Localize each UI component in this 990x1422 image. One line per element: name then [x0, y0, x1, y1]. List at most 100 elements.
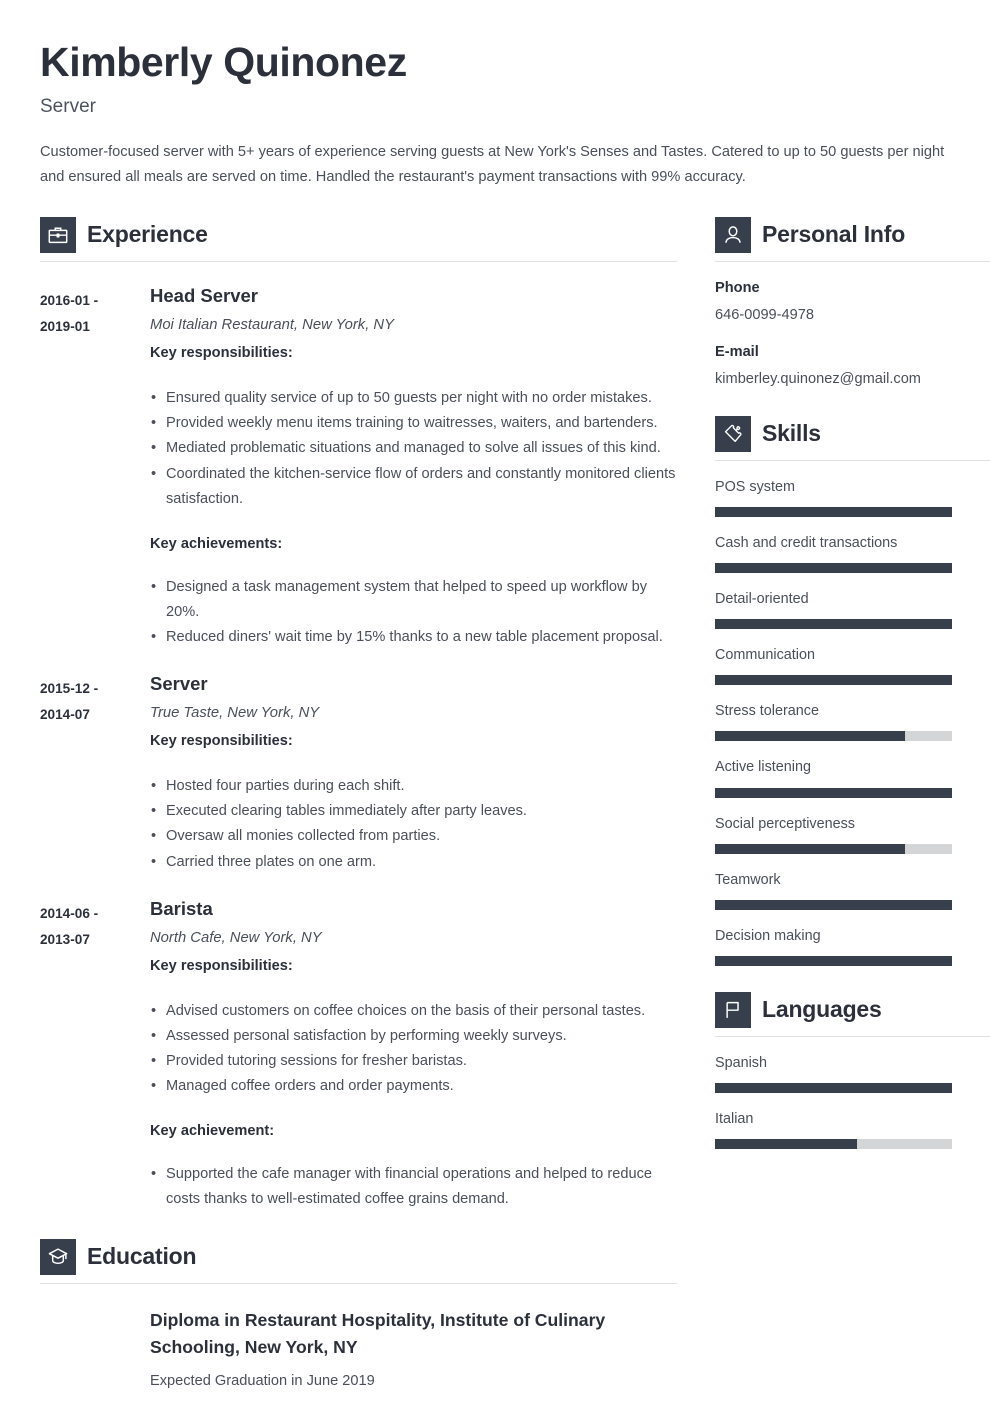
profile-summary: Customer-focused server with 5+ years of…	[40, 143, 945, 185]
list-item: Coordinated the kitchen-service flow of …	[150, 462, 677, 512]
date-from: 2015-12 -	[40, 680, 99, 696]
skill-item-label: Cash and credit transactions	[715, 534, 898, 551]
skills-section-header: Skills	[715, 415, 990, 452]
list-item: Reduced diners' wait time by 15% thanks …	[150, 625, 677, 650]
section-divider	[40, 260, 677, 262]
responsibilities-label: Key responsibilities:	[150, 345, 293, 362]
job-role-subtitle: Server	[40, 95, 96, 117]
education-section: Education Diploma in Restaurant Hospital…	[40, 1238, 677, 1392]
responsibilities-label: Key responsibilities:	[150, 958, 293, 975]
skill-level-bar	[715, 562, 952, 573]
list-item: Provided tutoring sessions for fresher b…	[150, 1049, 677, 1074]
skill-item: Cash and credit transactions	[715, 533, 990, 573]
skill-level-bar-fill	[715, 787, 952, 798]
experience-entry-body: Server True Taste, New York, NY Key respon…	[150, 672, 677, 875]
achievements-label: Key achievement:	[150, 1123, 275, 1140]
skill-level-bar	[715, 619, 952, 630]
experience-entry-body: Barista North Cafe, New York, NY Key respo…	[150, 897, 677, 1213]
date-from: 2016-01 -	[40, 292, 99, 308]
skill-item-label: Teamwork	[715, 871, 781, 888]
skill-item: Decision making	[715, 926, 990, 966]
achievements-list: Designed a task management system that h…	[150, 575, 677, 650]
personal-info-value: 646-0099-4978	[715, 307, 814, 324]
resume-page: Kimberly Quinonez Server Customer-focuse…	[0, 0, 990, 1422]
skills-section: Skills POS system Cash and credit transac…	[715, 415, 990, 966]
education-degree: Diploma in Restaurant Hospitality, Insti…	[150, 1309, 606, 1357]
language-level-bar	[715, 1083, 952, 1094]
date-to: 2013-07	[40, 932, 90, 948]
responsibilities-list: Advised customers on coffee choices on t…	[150, 999, 677, 1099]
experience-entry-body: Head Server Moi Italian Restaurant, New Y…	[150, 284, 677, 650]
language-level-bar	[715, 1139, 952, 1150]
list-item: Executed clearing tables immediately aft…	[150, 799, 677, 824]
skill-level-bar	[715, 506, 952, 517]
skill-item: Communication	[715, 645, 990, 686]
skill-item-label: Detail-oriented	[715, 590, 809, 607]
main-column: Experience 2016-01 - 2019-01 Head Server Mo…	[40, 216, 677, 1392]
flag-icon	[715, 991, 751, 1028]
experience-entry-company: Moi Italian Restaurant, New York, NY	[150, 317, 394, 334]
resume-header: Kimberly Quinonez Server Customer-focuse…	[40, 39, 950, 190]
graduation-cap-icon	[40, 1238, 76, 1275]
skill-level-bar-fill	[715, 562, 952, 573]
list-item: Advised customers on coffee choices on t…	[150, 999, 677, 1024]
list-item: Managed coffee orders and order payments…	[150, 1074, 677, 1099]
list-item: Assessed personal satisfaction by perfor…	[150, 1024, 677, 1049]
language-item-label: Italian	[715, 1111, 754, 1128]
section-divider	[715, 1035, 990, 1037]
language-item: Spanish	[715, 1053, 990, 1094]
skills-list: POS system Cash and credit transactions De…	[715, 477, 990, 966]
skill-item-label: POS system	[715, 478, 795, 495]
skill-item: Detail-oriented	[715, 589, 990, 630]
languages-section-header: Languages	[715, 991, 990, 1028]
experience-entry-dates: 2014-06 - 2013-07	[40, 897, 150, 1213]
experience-entry-title: Head Server	[150, 284, 258, 306]
date-to: 2014-07	[40, 707, 90, 723]
skill-level-bar-fill	[715, 619, 952, 630]
languages-list: Spanish Italian	[715, 1053, 990, 1150]
achievements-label: Key achievements:	[150, 535, 283, 552]
language-item: Italian	[715, 1109, 990, 1150]
skill-item-label: Decision making	[715, 927, 821, 944]
responsibilities-label: Key responsibilities:	[150, 733, 293, 750]
list-item: Provided weekly menu items training to w…	[150, 411, 677, 436]
skill-level-bar-fill	[715, 675, 952, 686]
skill-item-label: Social perceptiveness	[715, 815, 855, 832]
list-item: Carried three plates on one arm.	[150, 850, 677, 875]
education-entry: Diploma in Restaurant Hospitality, Insti…	[40, 1307, 677, 1392]
experience-entry-company: North Cafe, New York, NY	[150, 929, 322, 946]
skill-item: POS system	[715, 477, 990, 517]
skill-level-bar	[715, 675, 952, 686]
skill-item-label: Communication	[715, 647, 815, 664]
language-level-bar-fill	[715, 1083, 952, 1094]
skill-level-bar	[715, 731, 952, 742]
puzzle-piece-icon	[715, 415, 751, 452]
language-item-label: Spanish	[715, 1054, 768, 1071]
date-from: 2014-06 -	[40, 905, 99, 921]
list-item: Oversaw all monies collected from partie…	[150, 824, 677, 849]
date-to: 2019-01	[40, 319, 90, 335]
skill-level-bar-fill	[715, 899, 952, 910]
section-divider	[715, 260, 990, 262]
person-icon	[715, 216, 751, 253]
skill-level-bar-fill	[715, 731, 905, 742]
personal-info-label: Phone	[715, 279, 760, 296]
experience-entry-title: Server	[150, 672, 208, 694]
language-level-bar-fill	[715, 1139, 858, 1150]
skill-level-bar-fill	[715, 955, 952, 966]
languages-section-title: Languages	[762, 996, 882, 1023]
experience-entry-dates: 2016-01 - 2019-01	[40, 284, 150, 650]
education-graduation: Expected Graduation in June 2019	[150, 1373, 375, 1390]
personal-info-list: Phone 646-0099-4978 E-mail kimberley.quinon…	[715, 278, 990, 390]
personal-info-item: Phone 646-0099-4978	[715, 278, 990, 326]
personal-info-value: kimberley.quinonez@gmail.com	[715, 371, 921, 388]
personal-info-label: E-mail	[715, 343, 759, 360]
list-item: Ensured quality service of up to 50 gues…	[150, 386, 677, 411]
content-columns: Experience 2016-01 - 2019-01 Head Server Mo…	[40, 216, 990, 1392]
education-section-title: Education	[87, 1243, 197, 1270]
list-item: Hosted four parties during each shift.	[150, 774, 677, 799]
achievements-list: Supported the cafe manager with financia…	[150, 1162, 677, 1212]
education-list: Diploma in Restaurant Hospitality, Insti…	[40, 1307, 677, 1392]
experience-entry: 2016-01 - 2019-01 Head Server Moi Italian R…	[40, 284, 677, 650]
skill-level-bar-fill	[715, 506, 952, 517]
